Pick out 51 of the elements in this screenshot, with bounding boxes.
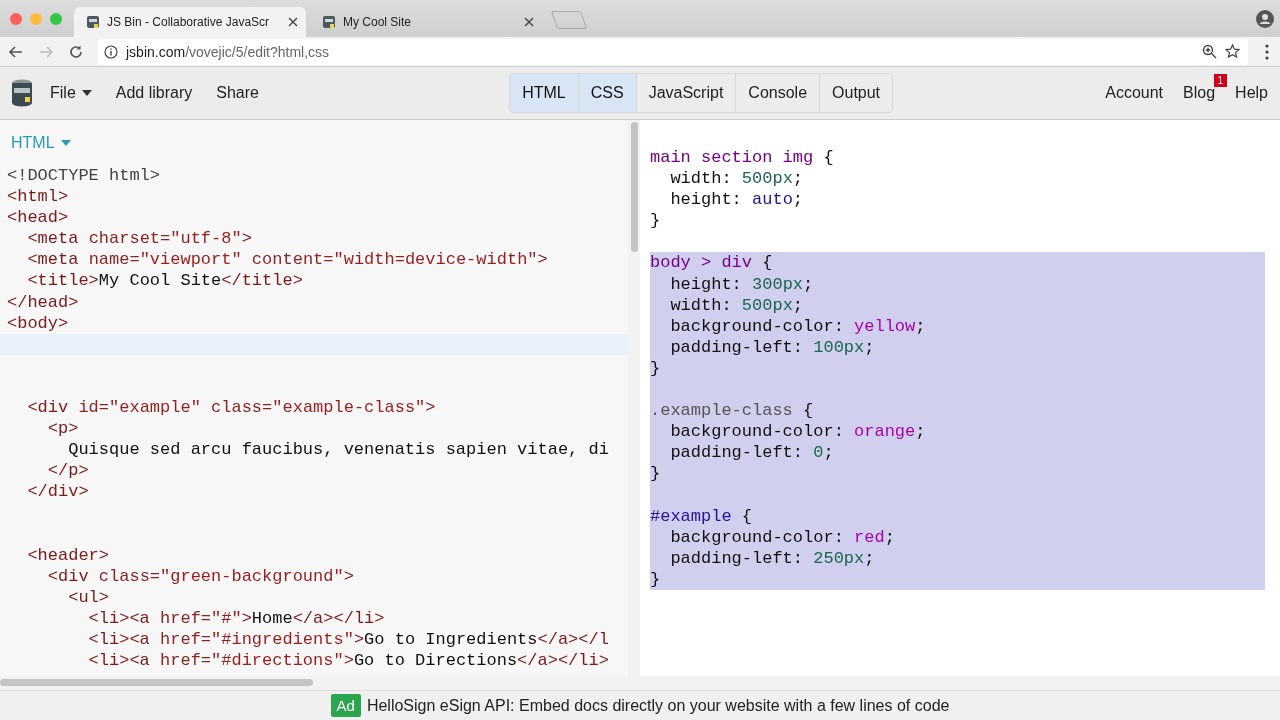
menu-button[interactable]: Share	[206, 78, 269, 108]
code-line: <div class="green-background">	[46, 565, 355, 587]
favicon-icon	[322, 15, 336, 29]
ad-link[interactable]: HelloSign eSign API: Embed docs directly on your website with a few lines of code	[366, 696, 950, 715]
favicon-icon	[86, 15, 100, 29]
nav-link[interactable]: Account	[1097, 78, 1172, 108]
code-line: </div>	[26, 481, 90, 503]
code-line: height: auto;	[669, 189, 805, 211]
code-line: width: 500px;	[669, 168, 805, 190]
code-line: <li><a href="#directions">Go to Directions</a></li>	[87, 650, 610, 672]
code-line: Quisque sed arcu faucibus, venenatis sapien vitae, di	[67, 439, 610, 461]
close-icon[interactable]	[524, 17, 534, 27]
code-line: }	[650, 210, 662, 232]
menu-button[interactable]: Add library	[105, 78, 203, 108]
code-line: main section img {	[650, 147, 835, 169]
caret-icon	[81, 90, 92, 96]
code-line: <html>	[7, 186, 70, 208]
back-icon[interactable]	[8, 43, 24, 60]
code-line: <meta charset="utf-8">	[26, 228, 253, 250]
nav-link[interactable]: Help	[1227, 78, 1276, 108]
code-line: <body>	[7, 312, 70, 334]
scrollbar[interactable]	[628, 120, 640, 676]
menu-button[interactable]: File	[40, 78, 102, 108]
star-icon[interactable]	[1225, 44, 1240, 59]
code-line: </p>	[46, 460, 90, 482]
browser-tab[interactable]: My Cool Site	[310, 7, 542, 37]
browser-tab[interactable]: JS Bin - Collaborative JavaScr	[74, 7, 306, 37]
code-line: <li><a href="#ingredients">Go to Ingredients</a></l	[87, 629, 610, 651]
code-line: <header>	[26, 544, 111, 566]
notification-badge: 1	[1213, 74, 1228, 87]
code-line: <head>	[7, 207, 70, 229]
zoom-icon[interactable]	[1202, 44, 1217, 59]
panel-tab[interactable]: CSS	[578, 74, 637, 112]
code-line: </head>	[7, 291, 80, 313]
close-icon[interactable]	[288, 17, 298, 27]
ad-badge: Ad	[330, 694, 361, 717]
code-line: <ul>	[67, 586, 111, 608]
info-icon	[104, 44, 118, 59]
jsbin-logo-icon[interactable]	[10, 79, 34, 107]
caret-icon	[60, 140, 71, 146]
scrollbar[interactable]	[0, 676, 1280, 690]
profile-icon[interactable]	[1256, 9, 1274, 28]
code-line: <!DOCTYPE html>	[7, 165, 162, 187]
code-line: <li><a href="#">Home</a></li>	[87, 607, 386, 630]
code-line: <title>My Cool Site</title>	[26, 270, 304, 292]
code-line: <p>	[46, 418, 80, 440]
reload-icon[interactable]	[68, 43, 84, 60]
code-line: <div id="example" class="example-class">	[26, 397, 437, 419]
panel-tab[interactable]: HTML	[510, 74, 579, 112]
code-line: <meta name="viewport" content="width=device-width">	[26, 249, 549, 271]
address-field[interactable]: jsbin.com/vovejic/5/edit?html,css	[98, 38, 1248, 65]
